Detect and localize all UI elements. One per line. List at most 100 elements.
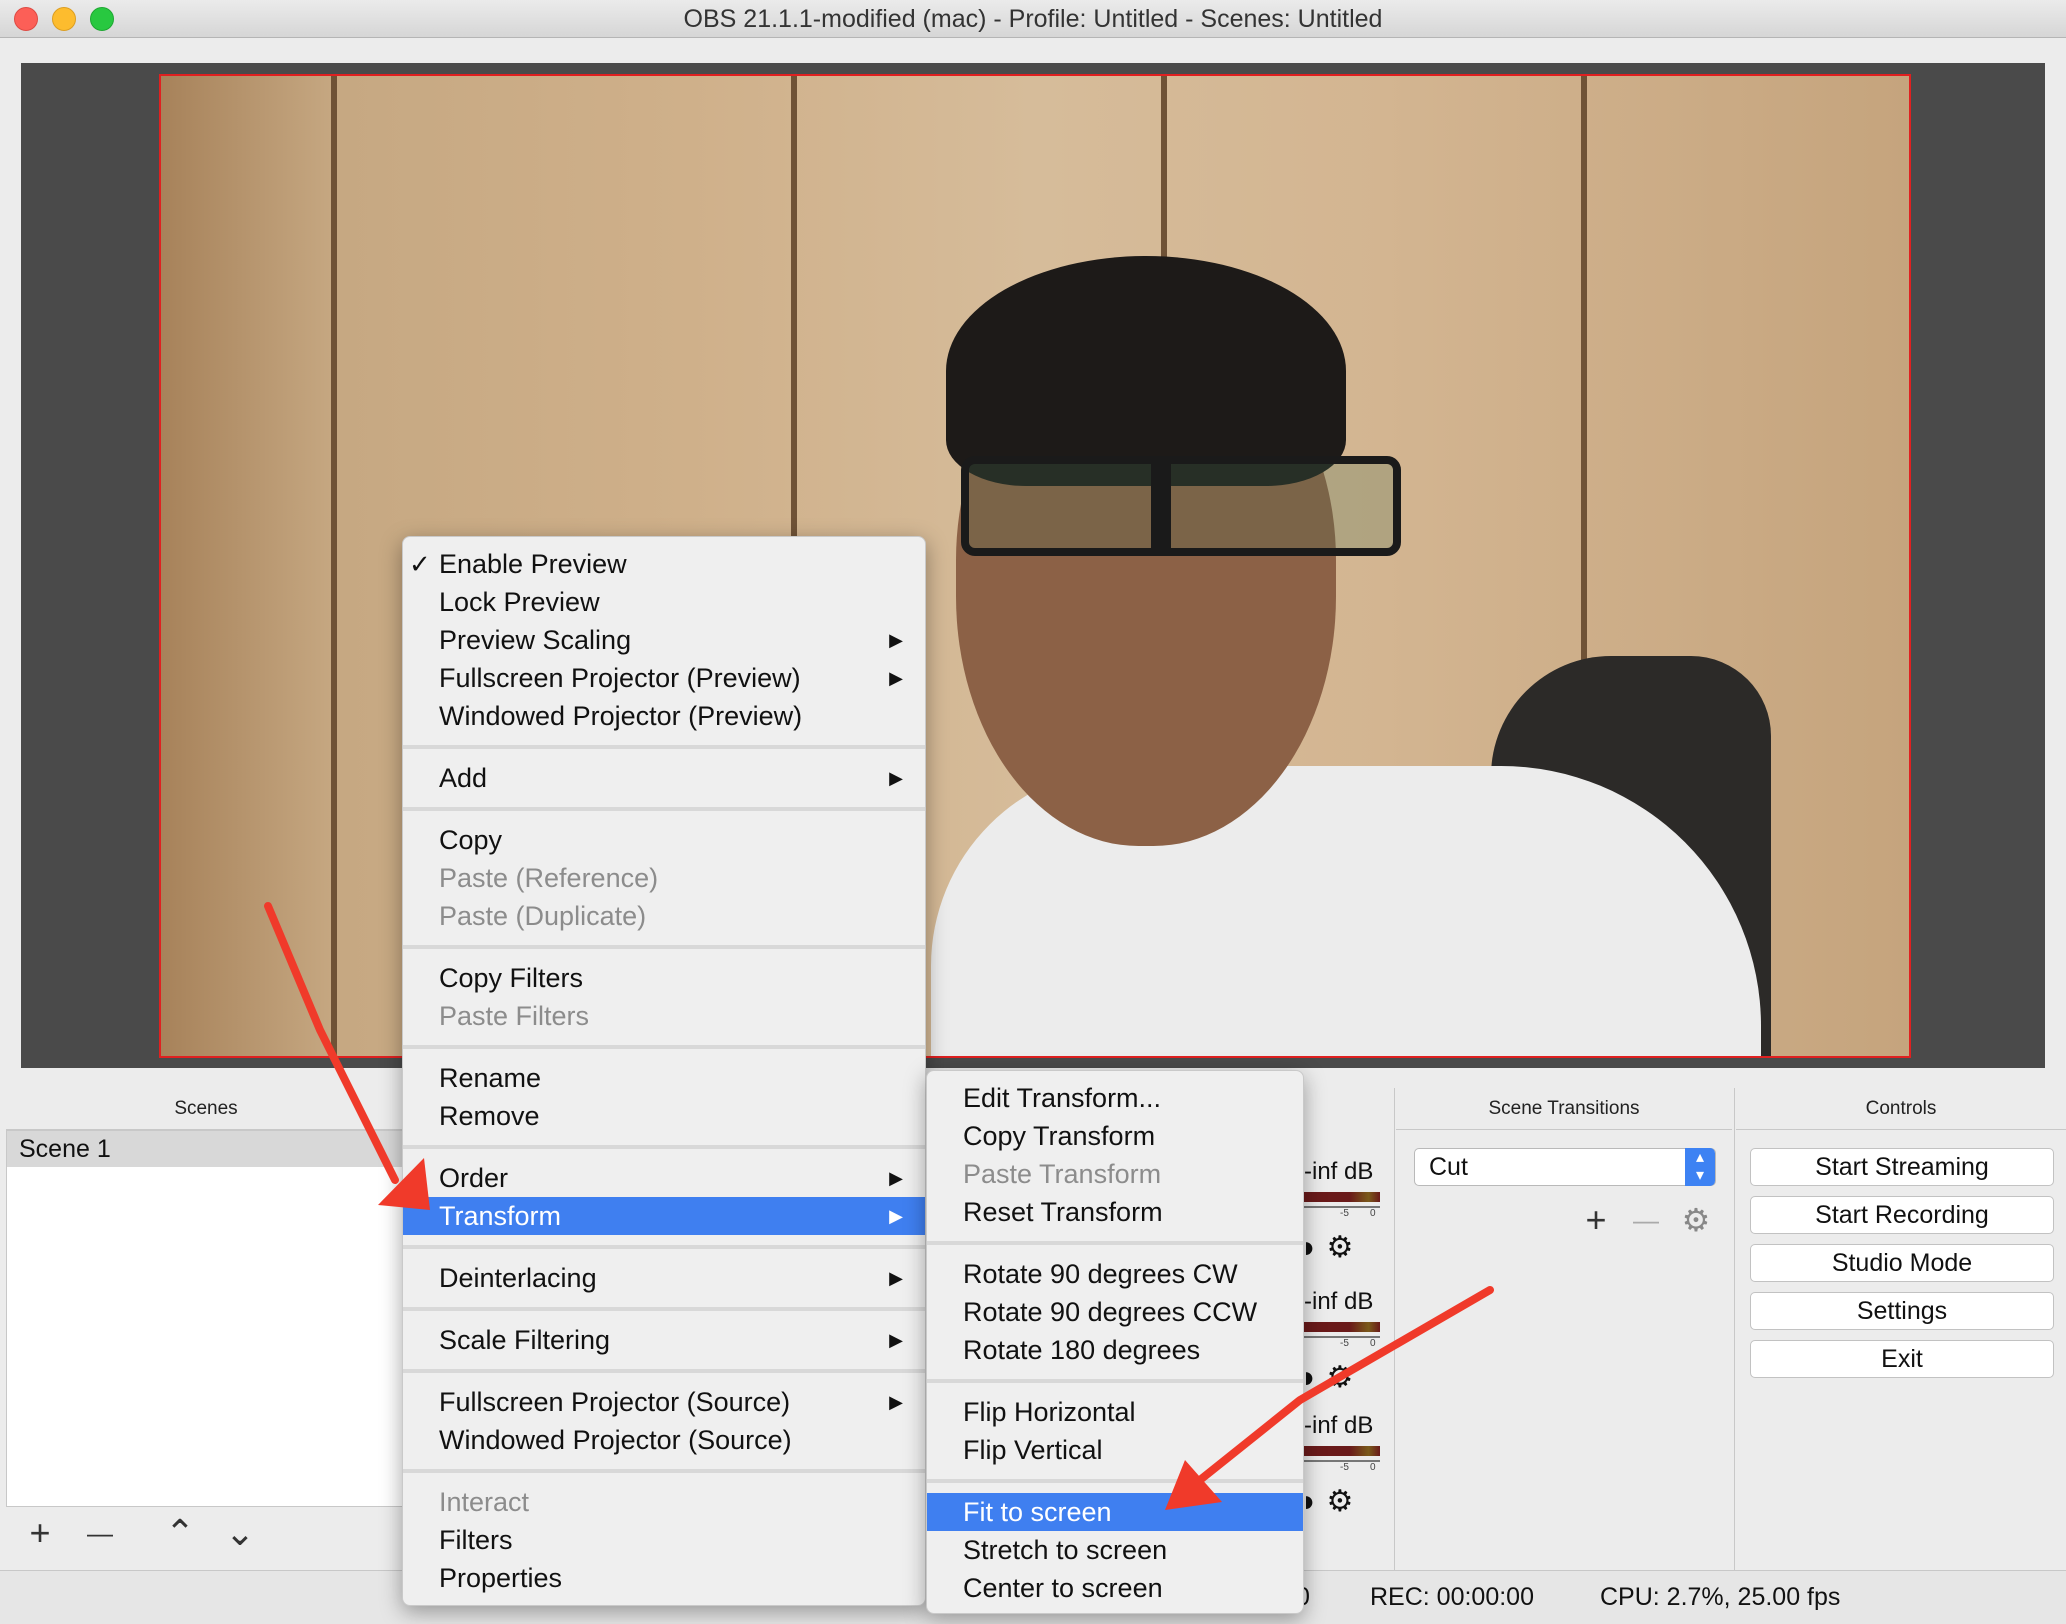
controls-dock-title: Controls: [1736, 1088, 2066, 1130]
menu-separator: [403, 1045, 925, 1049]
menu-item-add[interactable]: Add ▶: [403, 759, 925, 797]
start-recording-button[interactable]: Start Recording: [1750, 1196, 2054, 1234]
menu-item-flip-horizontal[interactable]: Flip Horizontal: [927, 1393, 1303, 1431]
mixer-controls: ◗ ⚙: [1300, 1484, 1353, 1519]
exit-button[interactable]: Exit: [1750, 1340, 2054, 1378]
scene-item[interactable]: Scene 1: [7, 1131, 405, 1167]
menu-item-deinterlacing[interactable]: Deinterlacing ▶: [403, 1259, 925, 1297]
menu-item-stretch-to-screen[interactable]: Stretch to screen: [927, 1531, 1303, 1569]
settings-button[interactable]: Settings: [1750, 1292, 2054, 1330]
controls-dock: Start Streaming Start Recording Studio M…: [1736, 1130, 2066, 1570]
menu-separator: [403, 945, 925, 949]
menu-item-paste-reference: Paste (Reference): [439, 863, 659, 893]
submenu-arrow-icon: ▶: [889, 1206, 903, 1226]
rec-timer: REC: 00:00:00: [1370, 1583, 1534, 1611]
remove-transition-button[interactable]: —: [1624, 1200, 1668, 1240]
menu-item-reset-transform[interactable]: Reset Transform: [927, 1193, 1303, 1231]
menu-separator: [403, 1369, 925, 1373]
menu-item-preview-scaling[interactable]: Preview Scaling ▶: [403, 621, 925, 659]
submenu-arrow-icon: ▶: [889, 630, 903, 650]
menu-item-enable-preview[interactable]: ✓ Enable Preview: [403, 545, 925, 583]
checkmark-icon: ✓: [409, 549, 431, 579]
menu-item-order[interactable]: Order ▶: [403, 1159, 925, 1197]
menu-separator: [927, 1379, 1303, 1383]
menu-separator: [403, 807, 925, 811]
menu-item-rename[interactable]: Rename: [403, 1059, 925, 1097]
gear-icon[interactable]: ⚙: [1326, 1361, 1353, 1394]
add-transition-button[interactable]: +: [1574, 1200, 1618, 1240]
menu-item-flip-vertical[interactable]: Flip Vertical: [927, 1431, 1303, 1469]
add-scene-button[interactable]: +: [18, 1513, 62, 1553]
transition-select-value: Cut: [1429, 1153, 1468, 1181]
menu-item-edit-transform[interactable]: Edit Transform...: [927, 1079, 1303, 1117]
menu-item-fit-to-screen[interactable]: Fit to screen: [927, 1493, 1303, 1531]
scenes-list[interactable]: Scene 1: [6, 1130, 406, 1560]
dock-divider: [1394, 1088, 1395, 1570]
volume-meter: [1304, 1322, 1380, 1332]
mixer-controls: ◗ ⚙: [1300, 1230, 1353, 1265]
glasses-bridge: [1151, 456, 1171, 556]
menu-item-fullscreen-projector-source[interactable]: Fullscreen Projector (Source) ▶: [403, 1383, 925, 1421]
submenu-arrow-icon: ▶: [889, 668, 903, 688]
transform-submenu: Edit Transform... Copy Transform Paste T…: [926, 1070, 1304, 1614]
menu-item-paste-duplicate: Paste (Duplicate): [439, 901, 647, 931]
wall-panel-line: [331, 76, 337, 1056]
menu-separator: [403, 1145, 925, 1149]
menu-item-center-to-screen[interactable]: Center to screen: [927, 1569, 1303, 1607]
preview-context-menu: ✓ Enable Preview Lock Preview Preview Sca…: [402, 536, 926, 1606]
scenes-dock-title: Scenes: [6, 1088, 406, 1130]
menu-item-copy-transform[interactable]: Copy Transform: [927, 1117, 1303, 1155]
gear-icon[interactable]: ⚙: [1326, 1485, 1353, 1518]
menu-item-fullscreen-projector-preview[interactable]: Fullscreen Projector (Preview) ▶: [403, 659, 925, 697]
menu-item-properties[interactable]: Properties: [403, 1559, 925, 1597]
person-hair: [946, 256, 1346, 486]
move-scene-up-button[interactable]: ⌃: [158, 1513, 202, 1553]
title-bar: OBS 21.1.1-modified (mac) - Profile: Unt…: [0, 0, 2066, 38]
menu-item-paste-filters: Paste Filters: [439, 1001, 590, 1031]
mixer-controls: ◗ ⚙: [1300, 1360, 1353, 1395]
scene-transitions-dock: Cut ▴ ▾ + — ⚙: [1396, 1130, 1732, 1570]
menu-separator: [927, 1479, 1303, 1483]
menu-item-copy-filters[interactable]: Copy Filters: [403, 959, 925, 997]
menu-item-rotate-cw[interactable]: Rotate 90 degrees CW: [927, 1255, 1303, 1293]
menu-item-filters[interactable]: Filters: [403, 1521, 925, 1559]
scenes-toolbar: + — ⌃ ⌄: [6, 1506, 406, 1560]
menu-item-windowed-projector-preview[interactable]: Windowed Projector (Preview): [403, 697, 925, 735]
meter-scale: -5 0: [1304, 1460, 1380, 1474]
transitions-dock-title: Scene Transitions: [1396, 1088, 1732, 1130]
menu-item-rotate-ccw[interactable]: Rotate 90 degrees CCW: [927, 1293, 1303, 1331]
remove-scene-button[interactable]: —: [78, 1513, 122, 1553]
start-streaming-button[interactable]: Start Streaming: [1750, 1148, 2054, 1186]
transition-select[interactable]: Cut ▴ ▾: [1414, 1148, 1716, 1186]
move-scene-down-button[interactable]: ⌄: [218, 1513, 262, 1553]
menu-item-windowed-projector-source[interactable]: Windowed Projector (Source): [403, 1421, 925, 1459]
cpu-stats: CPU: 2.7%, 25.00 fps: [1600, 1583, 1841, 1611]
window-title: OBS 21.1.1-modified (mac) - Profile: Unt…: [683, 5, 1383, 33]
menu-separator: [403, 745, 925, 749]
menu-item-transform[interactable]: Transform ▶: [403, 1197, 925, 1235]
submenu-arrow-icon: ▶: [889, 768, 903, 788]
dock-divider: [1734, 1088, 1735, 1570]
volume-meter: [1304, 1192, 1380, 1202]
menu-item-interact: Interact: [439, 1487, 530, 1517]
studio-mode-button[interactable]: Studio Mode: [1750, 1244, 2054, 1282]
submenu-arrow-icon: ▶: [889, 1392, 903, 1412]
gear-icon[interactable]: ⚙: [1326, 1231, 1353, 1264]
menu-separator: [403, 1307, 925, 1311]
mixer-db-label: -inf dB: [1304, 1412, 1374, 1439]
gear-icon[interactable]: ⚙: [1674, 1200, 1718, 1240]
menu-item-copy[interactable]: Copy: [403, 821, 925, 859]
menu-item-remove[interactable]: Remove: [403, 1097, 925, 1135]
meter-scale: -5 0: [1304, 1206, 1380, 1220]
mixer-db-label: -inf dB: [1304, 1158, 1374, 1185]
volume-meter: [1304, 1446, 1380, 1456]
menu-item-rotate-180[interactable]: Rotate 180 degrees: [927, 1331, 1303, 1369]
menu-item-paste-transform: Paste Transform: [963, 1159, 1162, 1189]
menu-item-lock-preview[interactable]: Lock Preview: [403, 583, 925, 621]
menu-item-scale-filtering[interactable]: Scale Filtering ▶: [403, 1321, 925, 1359]
submenu-arrow-icon: ▶: [889, 1268, 903, 1288]
menu-separator: [403, 1469, 925, 1473]
meter-scale: -5 0: [1304, 1336, 1380, 1350]
menu-separator: [927, 1241, 1303, 1245]
menu-separator: [403, 1245, 925, 1249]
